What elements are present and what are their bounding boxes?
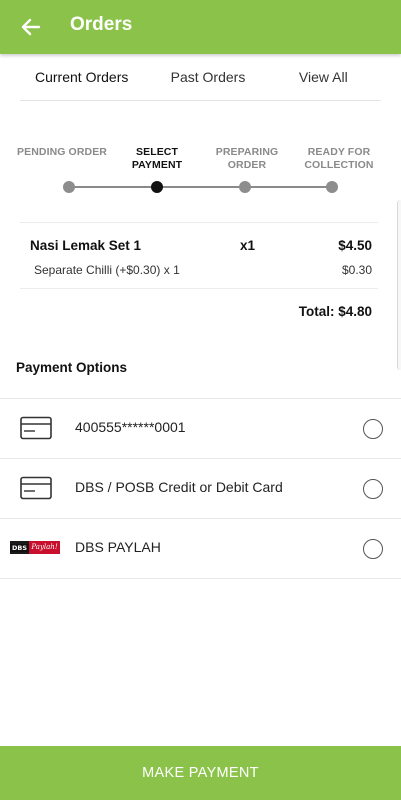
step-dot-select-payment: [151, 181, 163, 193]
arrow-left-icon: [21, 18, 41, 36]
order-summary: Nasi Lemak Set 1 x1 $4.50 Separate Chill…: [20, 222, 378, 326]
back-button[interactable]: [14, 11, 48, 43]
radio-button[interactable]: [363, 419, 383, 439]
step-dot-pending-order: [63, 181, 75, 193]
make-payment-button[interactable]: MAKE PAYMENT: [0, 746, 401, 800]
tab-view-all[interactable]: View All: [266, 54, 381, 100]
item-quantity: x1: [240, 238, 256, 253]
radio-button[interactable]: [363, 479, 383, 499]
step-label-ready-for-collection: READY FOR COLLECTION: [304, 146, 374, 171]
payment-option-dbs-posb-card[interactable]: DBS / POSB Credit or Debit Card: [0, 459, 401, 519]
addon-name: Separate Chilli (+$0.30) x 1: [34, 263, 180, 277]
payment-option-label: DBS PAYLAH: [75, 539, 161, 555]
scroll-edge-indicator: [397, 200, 401, 370]
credit-card-icon: [20, 416, 52, 440]
logo-text-dbs: DBS: [10, 543, 30, 552]
order-tabs: Current Orders Past Orders View All: [20, 54, 381, 101]
step-label-preparing-order: PREPARING ORDER: [215, 146, 279, 171]
radio-button[interactable]: [363, 539, 383, 559]
payment-options-list: 400555******0001 DBS / POSB Credit or De…: [0, 398, 401, 579]
dbs-paylah-logo: DBS Paylah!: [10, 541, 60, 554]
tab-past-orders[interactable]: Past Orders: [150, 54, 265, 100]
order-progress-stepper: PENDING ORDER SELECT PAYMENT PREPARING O…: [17, 146, 381, 206]
step-label-select-payment: SELECT PAYMENT: [131, 146, 183, 171]
step-label-pending-order: PENDING ORDER: [17, 146, 107, 158]
item-price: $4.50: [338, 238, 372, 253]
payment-options-title: Payment Options: [16, 360, 128, 375]
payment-option-label: 400555******0001: [75, 419, 186, 435]
payment-option-saved-card[interactable]: 400555******0001: [0, 399, 401, 459]
addon-price: $0.30: [341, 263, 372, 277]
payment-option-dbs-paylah[interactable]: DBS Paylah! DBS PAYLAH: [0, 519, 401, 579]
credit-card-icon: [20, 476, 52, 500]
app-bar: Orders: [0, 0, 401, 54]
page-title: Orders: [70, 14, 133, 35]
step-connector-line: [69, 186, 332, 188]
tab-current-orders[interactable]: Current Orders: [20, 54, 150, 100]
payment-option-label: DBS / POSB Credit or Debit Card: [75, 479, 283, 495]
logo-text-paylah: Paylah!: [29, 541, 60, 554]
divider: [20, 288, 378, 289]
item-name: Nasi Lemak Set 1: [30, 238, 142, 253]
step-dot-ready-for-collection: [326, 181, 338, 193]
step-dot-preparing-order: [239, 181, 251, 193]
order-total: Total: $4.80: [298, 304, 372, 319]
